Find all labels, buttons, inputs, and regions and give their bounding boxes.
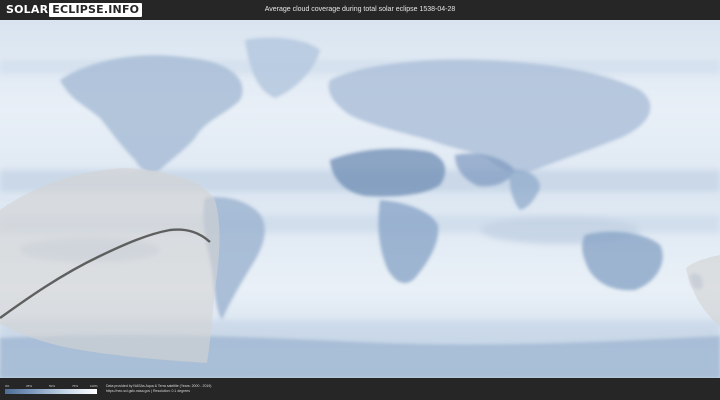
cloud-coverage-legend: 0% 25% 50% 75% 100% [5, 384, 98, 394]
credit-line-2[interactable]: https://neo.sci.gsfc.nasa.gov | Resoluti… [106, 389, 211, 394]
penumbra-shade-west [0, 168, 220, 363]
top-bar: SOLAR ECLIPSE.INFO Average cloud coverag… [0, 0, 720, 20]
cloud-coverage-map[interactable] [0, 20, 720, 378]
legend-color-bar [5, 389, 97, 394]
legend-tick: 0% [5, 384, 10, 388]
legend-tick: 100% [90, 384, 98, 388]
legend-tick: 50% [49, 384, 56, 388]
legend-tick: 75% [72, 384, 79, 388]
data-credits: Data provided by NASAs Aqua & Terra sate… [106, 384, 211, 394]
legend-ticks: 0% 25% 50% 75% 100% [5, 384, 98, 389]
page-title: Average cloud coverage during total sola… [264, 6, 456, 13]
footer: 0% 25% 50% 75% 100% Data provided by NAS… [0, 378, 720, 400]
legend-tick: 25% [26, 384, 33, 388]
